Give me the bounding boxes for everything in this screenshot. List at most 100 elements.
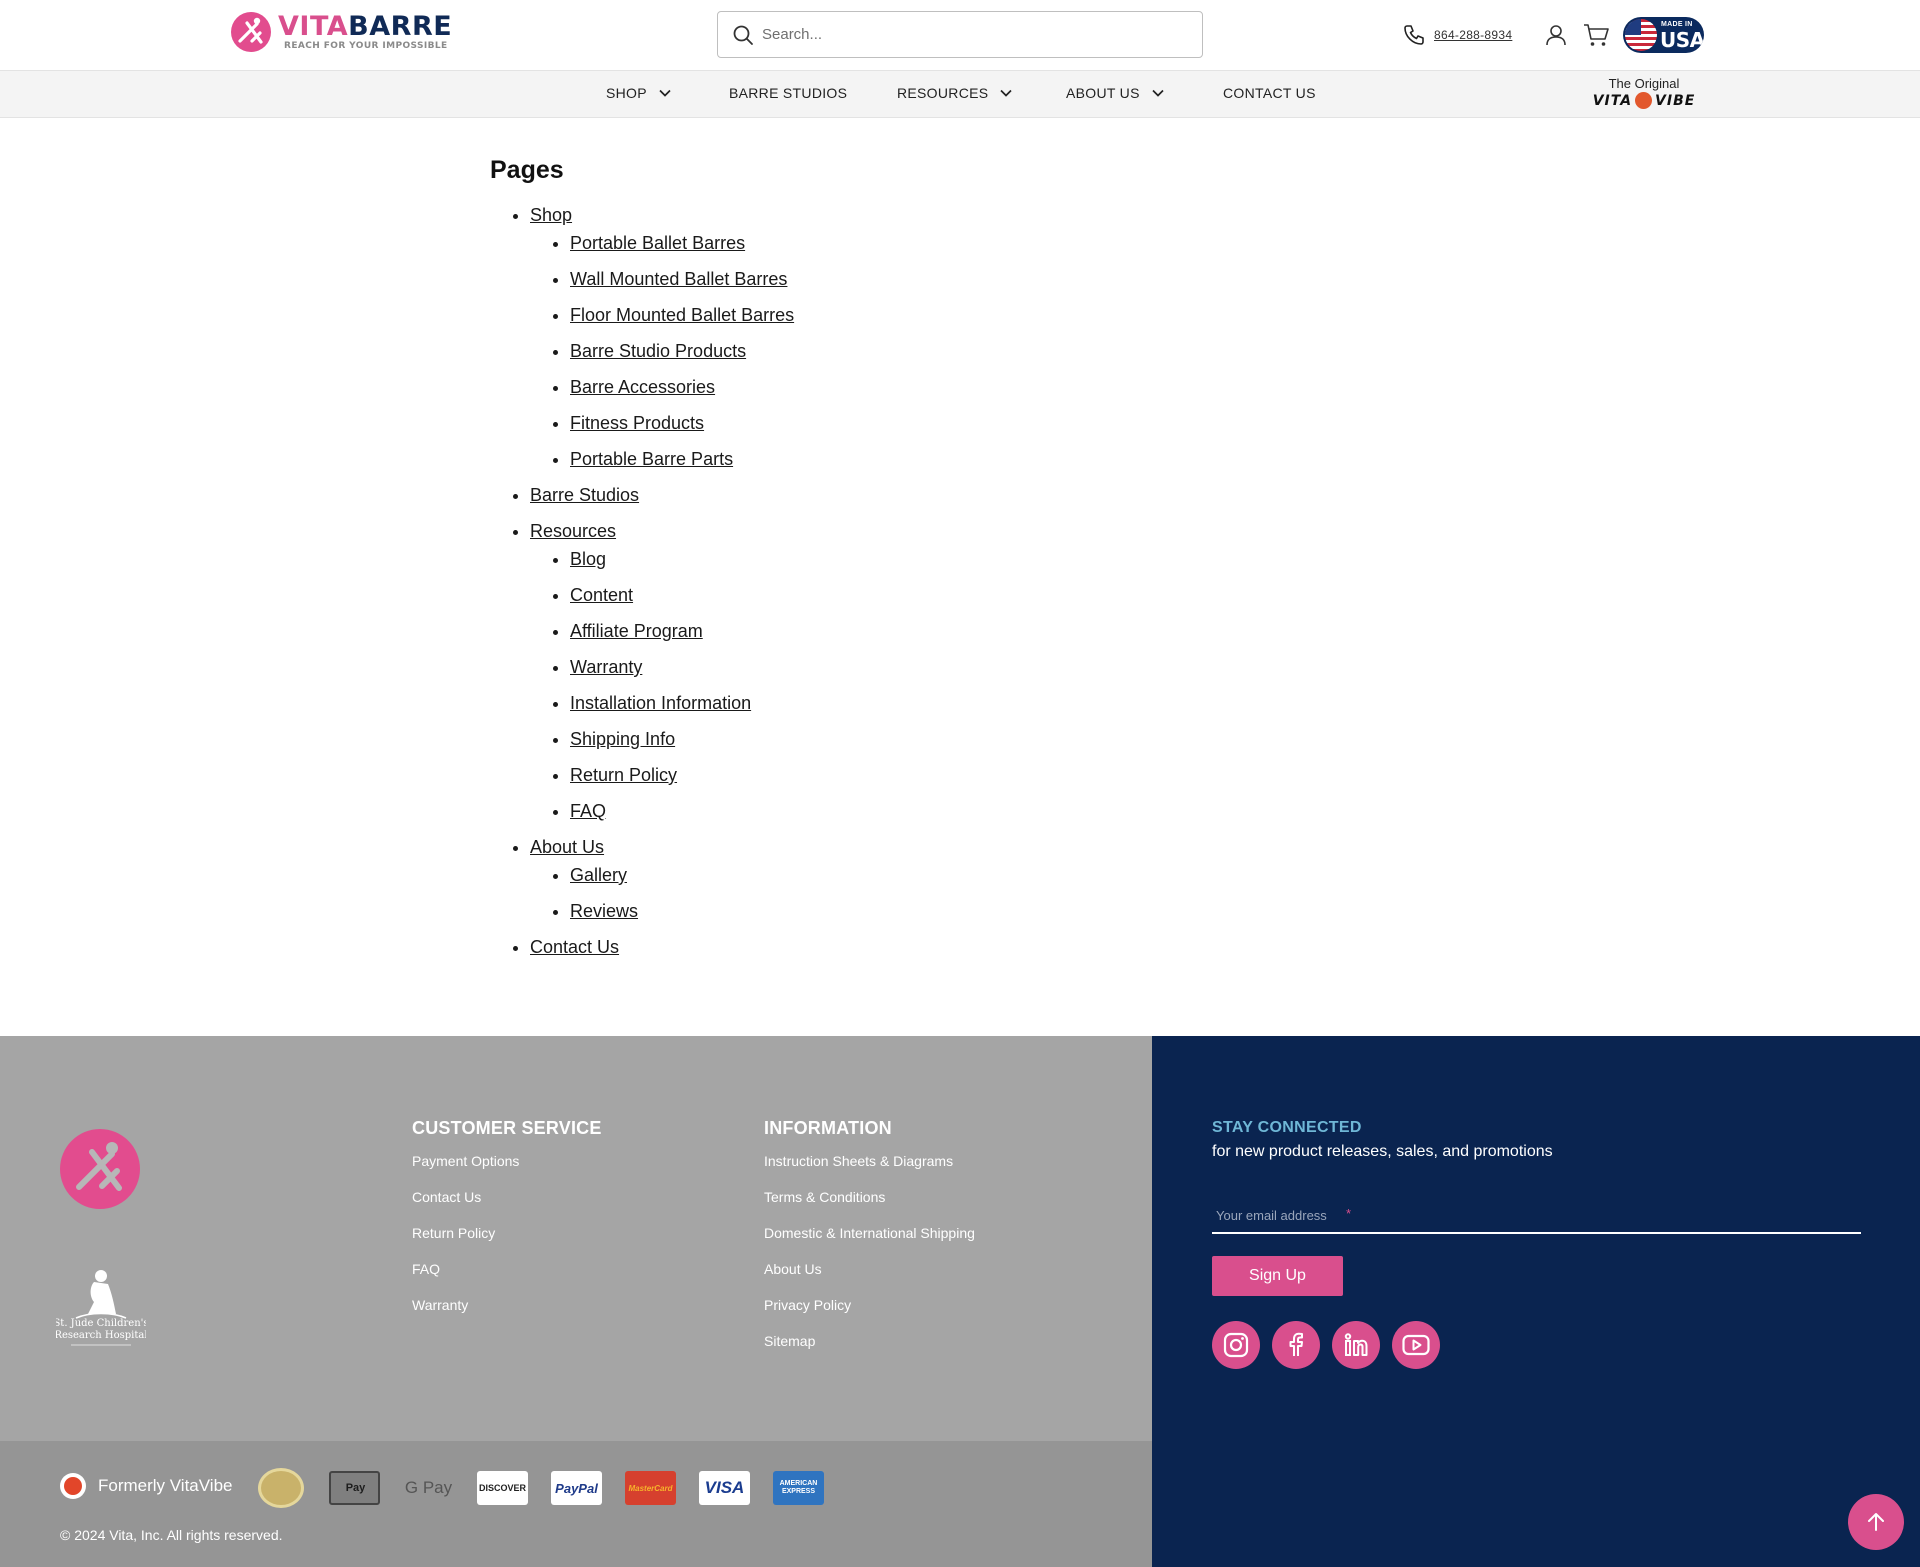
svg-text:St. Jude Children's: St. Jude Children's (56, 1318, 146, 1329)
sitemap-link-barre-studios[interactable]: Barre Studios (530, 485, 639, 505)
sitemap-link-blog[interactable]: Blog (570, 549, 606, 569)
stay-connected-title: STAY CONNECTED (1212, 1119, 1362, 1136)
sitemap-link-barre-accessories[interactable]: Barre Accessories (570, 377, 715, 397)
nav-barre-studios[interactable]: BARRE STUDIOS (729, 85, 847, 101)
made-in-label: MADE IN (1661, 21, 1693, 28)
back-to-top-button[interactable] (1848, 1494, 1904, 1550)
nav-resources[interactable]: RESOURCES (897, 85, 1012, 101)
formerly-label: Formerly VitaVibe (98, 1476, 233, 1495)
footer-link-instruction-sheets[interactable]: Instruction Sheets & Diagrams (764, 1151, 975, 1171)
sitemap-link-installation-information[interactable]: Installation Information (570, 693, 751, 713)
footer-link-return-policy[interactable]: Return Policy (412, 1223, 602, 1243)
sitemap-link-return-policy[interactable]: Return Policy (570, 765, 677, 785)
footer-link-about-us[interactable]: About Us (764, 1259, 975, 1279)
sitemap-item-blog: Blog (570, 549, 794, 569)
american-express-icon: AMERICAN EXPRESS (773, 1471, 824, 1505)
original-vitavibe-badge[interactable]: The Original VITA VIBE (1582, 76, 1706, 109)
phone-number-link[interactable]: 864-288-8934 (1434, 28, 1512, 42)
sitemap-link-warranty[interactable]: Warranty (570, 657, 642, 677)
nav-contact-us[interactable]: CONTACT US (1223, 85, 1316, 101)
sitemap-item-barre-studios: Barre Studios (530, 485, 794, 505)
instagram-icon[interactable] (1212, 1321, 1260, 1369)
information-column: INFORMATION Instruction Sheets & Diagram… (764, 1118, 975, 1367)
sitemap-item-about-us: About Us Gallery Reviews (530, 837, 794, 921)
site-logo[interactable]: VITABARRE REACH FOR YOUR IMPOSSIBLE (230, 11, 452, 53)
footer-link-privacy[interactable]: Privacy Policy (764, 1295, 975, 1315)
sitemap-item-gallery: Gallery (570, 865, 794, 885)
sitemap-item-barre-accessories: Barre Accessories (570, 377, 794, 397)
footer-link-sitemap[interactable]: Sitemap (764, 1331, 975, 1351)
sitemap-item-barre-studio-products: Barre Studio Products (570, 341, 794, 361)
sitemap-link-contact-us[interactable]: Contact Us (530, 937, 619, 957)
sitemap-link-content[interactable]: Content (570, 585, 633, 605)
email-input[interactable] (1212, 1198, 1861, 1232)
footer-link-warranty[interactable]: Warranty (412, 1295, 602, 1315)
footer-link-shipping[interactable]: Domestic & International Shipping (764, 1223, 975, 1243)
account-icon[interactable] (1543, 22, 1569, 48)
newsletter-heading: STAY CONNECTED for new product releases,… (1212, 1119, 1553, 1161)
footer-link-contact-us[interactable]: Contact Us (412, 1187, 602, 1207)
customer-service-column: CUSTOMER SERVICE Payment Options Contact… (412, 1118, 602, 1331)
sitemap-item-affiliate-program: Affiliate Program (570, 621, 794, 641)
sitemap-link-floor-mounted-ballet-barres[interactable]: Floor Mounted Ballet Barres (570, 305, 794, 325)
vitavibe-wordmark: VITA VIBE (1592, 92, 1696, 109)
st-jude-logo-icon[interactable]: St. Jude Children's Research Hospital (56, 1266, 146, 1350)
vita-barre-logo-icon[interactable] (60, 1129, 140, 1209)
sitemap-item-floor-mounted-ballet-barres: Floor Mounted Ballet Barres (570, 305, 794, 325)
footer-link-payment-options[interactable]: Payment Options (412, 1151, 602, 1171)
authorize-net-seal-icon[interactable] (258, 1468, 304, 1508)
sitemap-link-portable-barre-parts[interactable]: Portable Barre Parts (570, 449, 733, 469)
chevron-down-icon (659, 89, 671, 97)
top-header: VITABARRE REACH FOR YOUR IMPOSSIBLE 864-… (0, 0, 1920, 71)
customer-service-heading: CUSTOMER SERVICE (412, 1118, 602, 1138)
nav-contact-us-label: CONTACT US (1223, 85, 1316, 101)
sitemap-item-resources: Resources Blog Content Affiliate Program War… (530, 521, 794, 821)
sitemap-item-contact-us: Contact Us (530, 937, 794, 957)
sitemap-sublist-resources: Blog Content Affiliate Program Warranty Inst… (530, 549, 794, 821)
sitemap-link-shipping-info[interactable]: Shipping Info (570, 729, 675, 749)
sitemap-link-reviews[interactable]: Reviews (570, 901, 638, 921)
main-navigation: SHOP BARRE STUDIOS RESOURCES ABOUT US CO… (0, 71, 1920, 118)
visa-icon: VISA (699, 1471, 750, 1505)
sitemap-link-fitness-products[interactable]: Fitness Products (570, 413, 704, 433)
sitemap-link-affiliate-program[interactable]: Affiliate Program (570, 621, 703, 641)
sitemap-link-shop[interactable]: Shop (530, 205, 572, 225)
sitemap-link-gallery[interactable]: Gallery (570, 865, 627, 885)
search-input[interactable] (762, 26, 1182, 43)
footer-link-terms[interactable]: Terms & Conditions (764, 1187, 975, 1207)
nav-shop-label: SHOP (606, 85, 647, 101)
footer-link-faq[interactable]: FAQ (412, 1259, 602, 1279)
discover-icon: DISCOVER (477, 1471, 528, 1505)
sitemap-link-portable-ballet-barres[interactable]: Portable Ballet Barres (570, 233, 745, 253)
sitemap-link-resources[interactable]: Resources (530, 521, 616, 541)
nav-shop[interactable]: SHOP (606, 85, 671, 101)
nav-barre-studios-label: BARRE STUDIOS (729, 85, 848, 101)
google-pay-icon: G Pay (404, 1478, 453, 1497)
linkedin-icon[interactable] (1332, 1321, 1380, 1369)
sitemap-content: Pages Shop Portable Ballet Barres Wall Mou… (490, 156, 794, 973)
sitemap-link-faq[interactable]: FAQ (570, 801, 606, 821)
apple-pay-icon: Pay (329, 1471, 380, 1505)
sitemap-link-barre-studio-products[interactable]: Barre Studio Products (570, 341, 746, 361)
search-box[interactable] (717, 11, 1203, 58)
svg-text:Research Hospital: Research Hospital (56, 1330, 146, 1341)
facebook-icon[interactable] (1272, 1321, 1320, 1369)
sitemap-link-wall-mounted-ballet-barres[interactable]: Wall Mounted Ballet Barres (570, 269, 787, 289)
youtube-icon[interactable] (1392, 1321, 1440, 1369)
copyright-text: © 2024 Vita, Inc. All rights reserved. (60, 1527, 283, 1543)
sitemap-item-shipping-info: Shipping Info (570, 729, 794, 749)
us-flag-icon (1625, 19, 1657, 51)
nav-about-us[interactable]: ABOUT US (1066, 85, 1164, 101)
vita-barre-logo-icon (231, 12, 271, 52)
sitemap-item-shop: Shop Portable Ballet Barres Wall Mounted B… (530, 205, 794, 469)
information-heading: INFORMATION (764, 1118, 892, 1138)
sitemap-link-about-us[interactable]: About Us (530, 837, 604, 857)
sitemap-item-faq: FAQ (570, 801, 794, 821)
email-field[interactable]: * (1212, 1198, 1861, 1234)
sign-up-button[interactable]: Sign Up (1212, 1256, 1343, 1296)
sitemap-item-wall-mounted-ballet-barres: Wall Mounted Ballet Barres (570, 269, 794, 289)
phone-icon (1404, 25, 1424, 45)
paypal-icon: PayPal (551, 1471, 602, 1505)
sitemap-item-installation-information: Installation Information (570, 693, 794, 713)
cart-icon[interactable] (1582, 22, 1610, 48)
